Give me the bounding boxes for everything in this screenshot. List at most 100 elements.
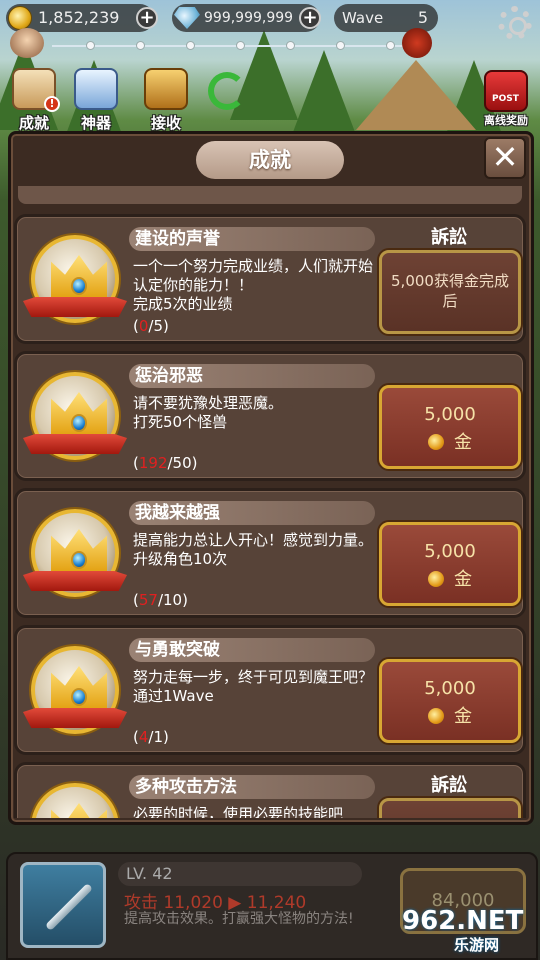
wave-progress-dot [336,41,345,50]
wave-progress-dot [386,41,395,50]
achievements-menu-button[interactable]: ! 成就 [4,68,64,138]
crown-medal-icon [31,783,119,818]
wave-progress-dot [136,41,145,50]
achievement-title: 惩治邪恶 [129,364,375,388]
reward-unit: 金 [454,706,472,727]
achievement-state-label: 訴訟 [431,775,467,796]
dagger-icon [44,882,94,932]
weapon-slot[interactable] [20,862,106,948]
achievement-condition: 通过1Wave [133,687,214,705]
add-coins-button[interactable]: + [136,7,158,29]
achievement-description: 提高能力总让人开心！感觉到力量。 升级角色10次 [133,531,379,569]
achievement-desc-text: 一个一个努力完成业绩，人们就开始认定你的能力！！ [133,257,374,294]
achievement-description: 努力走每一步，终于可见到魔王吧？ 通过1Wave [133,668,379,706]
receive-menu-button[interactable]: 接收 [136,68,196,138]
progress-total: /10 [157,591,183,609]
ribbon-shape [23,571,127,591]
achievements-menu-label: 成就 [18,114,49,132]
progress-current: 0 [138,317,149,335]
tent [356,60,476,130]
reward-amount: 5,000 [424,678,476,699]
reward-unit-row: 金 [382,428,518,454]
receive-menu-label: 接收 [150,114,181,132]
claim-pending-button[interactable] [379,798,521,818]
achievement-condition: 升级角色10次 [133,550,228,568]
achievement-title: 建设的声誉 [129,227,375,251]
wave-progress-dot [286,41,295,50]
achievement-title: 多种攻击方法 [129,775,375,799]
progress-current: 57 [138,591,158,609]
mailbox-tag: POST [492,94,519,104]
coin-icon [428,571,444,587]
achievement-card: 建设的声誉 一个一个努力完成业绩，人们就开始认定你的能力！！ 完成5次的业绩 (… [14,214,526,344]
achievement-desc-text: 努力走每一步，终于可见到魔王吧？ [133,668,374,686]
jewel-shape [71,551,87,569]
progress-current: 4 [138,728,149,746]
coin-icon [428,434,444,450]
reward-unit-row: 金 [382,702,518,728]
notification-badge-icon: ! [44,96,60,112]
refresh-button[interactable] [196,68,256,138]
claim-pending-button[interactable]: 5,000获得金完成后 [379,250,521,334]
reward-amount: 5,000 [424,404,476,425]
achievement-description: 一个一个努力完成业绩，人们就开始认定你的能力！！ 完成5次的业绩 [133,257,379,314]
weapon-description: 提高攻击效果。打赢强大怪物的方法! [124,911,354,927]
progress-current: 192 [138,454,168,472]
site-watermark-logo: 962.NET 乐游网 [402,904,536,956]
artifact-menu-button[interactable]: 神器 [66,68,126,138]
achievement-card: 与勇敢突破 努力走每一步，终于可见到魔王吧？ 通过1Wave (4/1) 5,0… [14,625,526,755]
crown-medal-icon [23,646,127,734]
reward-unit: 金 [454,569,472,590]
coin-icon [428,708,444,724]
add-gems-button[interactable]: + [299,7,321,29]
refresh-icon [208,72,246,110]
achievement-title: 与勇敢突破 [129,638,375,662]
settings-gear-icon[interactable] [498,6,532,40]
hero-avatar-icon [10,28,44,58]
wave-progress-dot [236,41,245,50]
progress-total: /5 [148,317,164,335]
close-button[interactable]: ✕ [484,137,526,179]
gem-amount: 999,999,999 [204,10,294,26]
achievement-condition: 完成5次的业绩 [133,295,233,313]
claim-reward-button[interactable]: 5,000 金 [379,659,521,743]
jewel-shape [71,277,87,295]
ribbon-shape [23,434,127,454]
mailbox-icon: POST [484,70,528,112]
crown-shape [51,803,107,818]
claim-reward-button[interactable]: 5,000 金 [379,522,521,606]
artifact-icon [74,68,118,110]
offline-reward-button[interactable]: POST 离线奖励 [476,68,536,138]
achievement-card: 多种攻击方法 必要的时候，使用必要的技能吧 訴訟 [14,762,526,818]
wave-progress-dot [186,41,195,50]
achievement-card: 我越来越强 提高能力总让人开心！感觉到力量。 升级角色10次 (57/10) 5… [14,488,526,618]
list-top-strip [18,186,522,204]
claim-reward-button[interactable]: 5,000 金 [379,385,521,469]
reward-unit-row: 金 [382,565,518,591]
gem-icon [174,7,200,29]
ribbon-shape [23,708,127,728]
gem-counter: 999,999,999 [172,4,320,32]
ribbon-shape [23,297,127,317]
wave-indicator: Wave 5 [334,4,438,32]
achievement-desc-text: 必要的时候，使用必要的技能吧 [133,805,344,818]
modal-title: 成就 [196,141,344,179]
coin-amount: 1,852,239 [38,8,120,27]
progress-total: /1 [148,728,164,746]
achievement-card: 惩治邪恶 请不要犹豫处理恶魔。 打死50个怪兽 (192/50) 5,000 金 [14,351,526,481]
artifact-menu-label: 神器 [80,114,111,132]
treasure-chest-icon [144,68,188,110]
achievement-condition: 打死50个怪兽 [133,413,228,431]
reward-amount: 5,000 [424,541,476,562]
achievement-progress: (192/50) [133,454,198,472]
crown-medal-icon [23,509,127,597]
crown-medal-icon [23,372,127,460]
achievement-progress: (4/1) [133,728,169,746]
reward-unit: 金 [454,432,472,453]
progress-total: /50 [167,454,192,472]
wave-progress-dot [86,41,95,50]
achievement-title: 我越来越强 [129,501,375,525]
claim-pending-text: 5,000获得金完成后 [391,272,509,310]
achievement-list[interactable]: 建设的声誉 一个一个努力完成业绩，人们就开始认定你的能力！！ 完成5次的业绩 (… [12,186,528,818]
achievement-progress: (57/10) [133,591,188,609]
